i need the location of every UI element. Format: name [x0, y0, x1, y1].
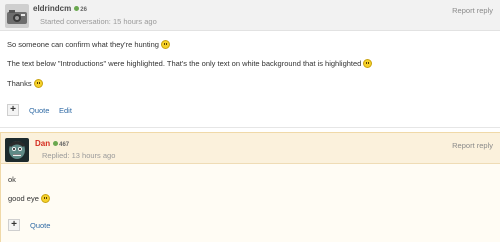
reputation-dot-icon: [53, 141, 59, 146]
post-line: So someone can confirm what they're hunt…: [7, 40, 170, 49]
plus-button[interactable]: +: [7, 104, 19, 116]
post-header: eldrindcm 26 Started conversation: 15 hou…: [0, 0, 500, 31]
report-reply-link[interactable]: Report reply: [452, 141, 493, 150]
post-text: The text below "Introductions" were high…: [7, 59, 362, 68]
smiley-icon: [40, 194, 50, 203]
post-text: Thanks: [7, 79, 32, 88]
post-line: The text below "Introductions" were high…: [7, 59, 373, 68]
avatar[interactable]: [5, 138, 29, 162]
post-line: ok: [8, 175, 16, 184]
avatar[interactable]: [5, 4, 29, 28]
reputation-dot-icon: [74, 6, 80, 11]
author-name[interactable]: eldrindcm: [33, 4, 71, 13]
smiley-icon: [363, 59, 373, 68]
edit-link[interactable]: Edit: [59, 106, 72, 115]
reputation-count: 26: [80, 7, 87, 13]
report-reply-link[interactable]: Report reply: [452, 6, 493, 15]
post-text: So someone can confirm what they're hunt…: [7, 40, 159, 49]
author-line: eldrindcm 26: [33, 4, 87, 13]
post-header: Dan 467 Replied: 13 hours ago Report repl…: [1, 133, 500, 164]
post-eldrindcm: eldrindcm 26 Started conversation: 15 hou…: [0, 0, 500, 128]
post-text: good eye: [8, 194, 39, 203]
author-name[interactable]: Dan: [35, 139, 50, 148]
smiley-icon: [160, 40, 170, 49]
quote-link[interactable]: Quote: [29, 106, 49, 115]
quote-link[interactable]: Quote: [30, 221, 50, 230]
post-line: good eye: [8, 194, 50, 203]
smiley-icon: [33, 79, 43, 88]
author-line: Dan 467: [35, 139, 69, 148]
post-timestamp: Started conversation: 15 hours ago: [40, 17, 157, 26]
post-dan: Dan 467 Replied: 13 hours ago Report repl…: [0, 132, 500, 242]
reputation-count: 467: [59, 142, 70, 148]
post-line: Thanks: [7, 79, 43, 88]
plus-button[interactable]: +: [8, 219, 20, 231]
post-timestamp: Replied: 13 hours ago: [42, 151, 116, 160]
post-text: ok: [8, 175, 16, 184]
